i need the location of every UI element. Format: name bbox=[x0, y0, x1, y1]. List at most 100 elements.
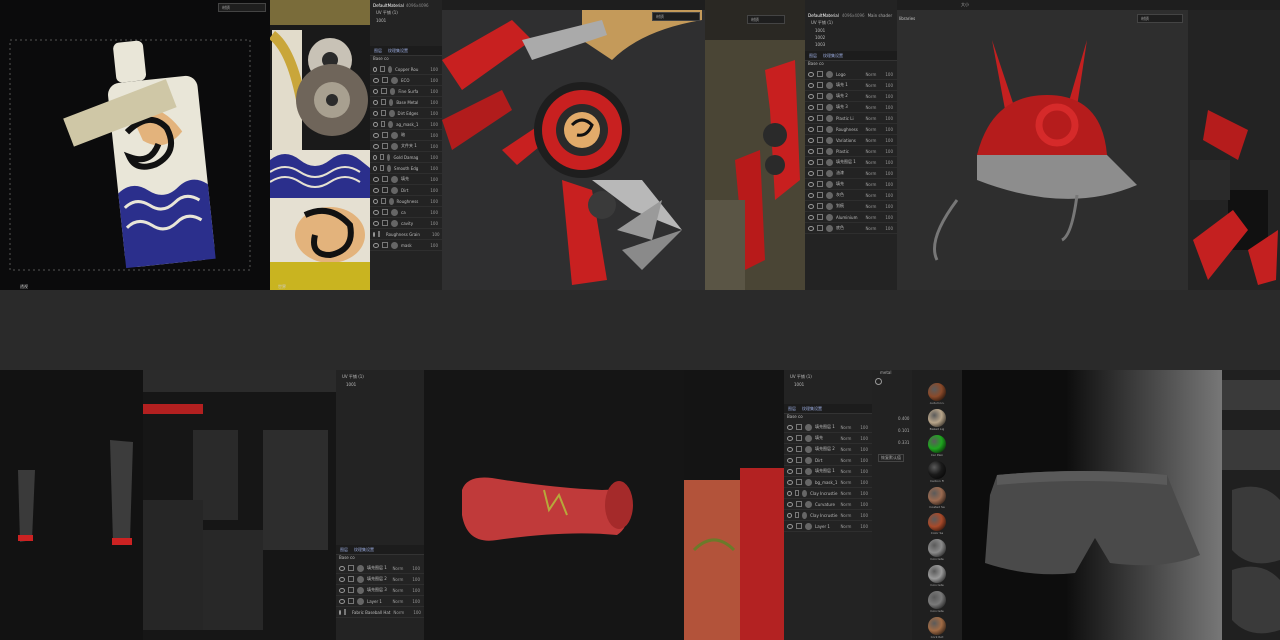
checkbox-icon[interactable] bbox=[817, 214, 823, 220]
uv-tile-label[interactable]: UV 平铺 (1) bbox=[370, 10, 442, 18]
eye-icon[interactable] bbox=[808, 159, 814, 165]
material-select[interactable]: 材质 bbox=[652, 12, 700, 21]
search-icon[interactable] bbox=[875, 378, 882, 385]
layer-blend[interactable]: Norm bbox=[840, 513, 851, 518]
eye-icon[interactable] bbox=[373, 176, 379, 182]
layer-blend[interactable]: Norm bbox=[392, 588, 403, 593]
checkbox-icon[interactable] bbox=[796, 523, 802, 529]
eye-icon[interactable] bbox=[373, 242, 379, 248]
eye-icon[interactable] bbox=[808, 126, 814, 132]
layer-row[interactable]: Dirt Edges 100 bbox=[370, 108, 442, 119]
eye-icon[interactable] bbox=[808, 82, 814, 88]
material-swatch[interactable]: Autumn L bbox=[912, 383, 962, 406]
layer-row[interactable]: 划痕 Norm 100 bbox=[805, 201, 897, 212]
layer-opacity[interactable]: 100 bbox=[860, 513, 868, 518]
layer-row[interactable]: 灰色 Norm 100 bbox=[805, 190, 897, 201]
eye-icon[interactable] bbox=[808, 104, 814, 110]
eye-icon[interactable] bbox=[339, 598, 345, 604]
layer-opacity[interactable]: 100 bbox=[430, 111, 438, 116]
layer-opacity[interactable]: 100 bbox=[430, 78, 438, 83]
layer-row[interactable]: Dirt Norm 100 bbox=[784, 455, 872, 466]
layer-row[interactable]: 油漆 Norm 100 bbox=[805, 168, 897, 179]
layer-row[interactable]: bg_mask_1 Norm 100 bbox=[784, 477, 872, 488]
checkbox-icon[interactable] bbox=[348, 598, 354, 604]
checkbox-icon[interactable] bbox=[796, 457, 802, 463]
uv-tile[interactable]: 1001 bbox=[784, 382, 872, 390]
checkbox-icon[interactable] bbox=[817, 181, 823, 187]
layer-opacity[interactable]: 100 bbox=[885, 204, 893, 209]
material-swatch[interactable]: Concrete bbox=[912, 565, 962, 588]
eye-icon[interactable] bbox=[787, 512, 792, 518]
eye-icon[interactable] bbox=[339, 609, 341, 615]
eye-icon[interactable] bbox=[808, 115, 814, 121]
eye-icon[interactable] bbox=[808, 148, 814, 154]
layer-opacity[interactable]: 100 bbox=[412, 577, 420, 582]
layer-opacity[interactable]: 100 bbox=[860, 469, 868, 474]
checkbox-icon[interactable] bbox=[794, 512, 800, 518]
viewport-shorts[interactable] bbox=[962, 370, 1222, 640]
tab-textureset[interactable]: 纹理集设置 bbox=[388, 48, 408, 54]
eye-icon[interactable] bbox=[339, 587, 345, 593]
eye-icon[interactable] bbox=[787, 457, 793, 463]
tab-textureset[interactable]: 纹理集设置 bbox=[354, 547, 374, 553]
uv-view-shorts[interactable] bbox=[1222, 370, 1280, 640]
layer-row[interactable]: 填充 1 Norm 100 bbox=[805, 80, 897, 91]
blend-mode-select[interactable]: Base co bbox=[784, 414, 872, 422]
layer-opacity[interactable]: 100 bbox=[885, 160, 893, 165]
blend-mode-select[interactable]: Base co bbox=[805, 61, 897, 69]
checkbox-icon[interactable] bbox=[817, 159, 823, 165]
prop-tag[interactable]: metal bbox=[880, 370, 892, 375]
checkbox-icon[interactable] bbox=[817, 126, 823, 132]
checkbox-icon[interactable] bbox=[382, 77, 388, 83]
material-swatch[interactable]: Carbon Fi bbox=[912, 461, 962, 484]
tab-textureset[interactable]: 纹理集设置 bbox=[802, 406, 822, 412]
uv-view-clothes[interactable] bbox=[143, 370, 336, 640]
material-ball[interactable] bbox=[928, 435, 946, 453]
material-swatch[interactable]: Concrete bbox=[912, 539, 962, 562]
eye-icon[interactable] bbox=[787, 435, 793, 441]
layer-row[interactable]: 暗 100 bbox=[370, 130, 442, 141]
layer-row[interactable]: 填充图层 1 Norm 100 bbox=[336, 563, 424, 574]
eye-icon[interactable] bbox=[373, 231, 375, 237]
layer-blend[interactable]: Norm bbox=[840, 480, 851, 485]
viewport-mech[interactable]: 材质 bbox=[442, 0, 705, 290]
layer-blend[interactable]: Norm bbox=[840, 447, 851, 452]
uv-tile-label[interactable]: UV 平铺 (1) bbox=[784, 374, 872, 382]
layer-opacity[interactable]: 100 bbox=[432, 232, 440, 237]
layer-opacity[interactable]: 100 bbox=[430, 199, 438, 204]
layer-opacity[interactable]: 100 bbox=[885, 83, 893, 88]
layer-row[interactable]: 底色 Norm 100 bbox=[805, 223, 897, 234]
layer-blend[interactable]: Norm bbox=[865, 182, 876, 187]
layer-opacity[interactable]: 100 bbox=[885, 215, 893, 220]
layer-row[interactable]: Base Metal 100 bbox=[370, 97, 442, 108]
checkbox-icon[interactable] bbox=[817, 192, 823, 198]
layer-row[interactable]: Logo Norm 100 bbox=[805, 69, 897, 80]
layer-blend[interactable]: Norm bbox=[865, 160, 876, 165]
eye-icon[interactable] bbox=[787, 468, 793, 474]
layer-blend[interactable]: Norm bbox=[865, 94, 876, 99]
uv-view-red[interactable] bbox=[684, 370, 784, 640]
prop-value[interactable]: 0.331 bbox=[898, 440, 909, 445]
viewport-sleeves[interactable] bbox=[0, 370, 143, 640]
material-ball[interactable] bbox=[928, 461, 946, 479]
material-swatch[interactable]: Baked Lig bbox=[912, 409, 962, 432]
checkbox-icon[interactable] bbox=[796, 424, 802, 430]
layer-opacity[interactable]: 100 bbox=[860, 502, 868, 507]
layer-row[interactable]: 填充图层 2 Norm 100 bbox=[336, 574, 424, 585]
checkbox-icon[interactable] bbox=[382, 220, 388, 226]
eye-icon[interactable] bbox=[373, 77, 379, 83]
layer-row[interactable]: 填充图层 1 Norm 100 bbox=[784, 422, 872, 433]
layer-row[interactable]: ca 100 bbox=[370, 207, 442, 218]
layer-blend[interactable]: Norm bbox=[840, 491, 851, 496]
material-ball[interactable] bbox=[928, 487, 946, 505]
material-ball[interactable] bbox=[928, 539, 946, 557]
eye-icon[interactable] bbox=[808, 214, 814, 220]
eye-icon[interactable] bbox=[373, 187, 379, 193]
uv-view-mech[interactable]: 材质 bbox=[705, 0, 805, 290]
eye-icon[interactable] bbox=[808, 137, 814, 143]
layer-row[interactable]: Plastic Norm 100 bbox=[805, 146, 897, 157]
layer-row[interactable]: 填充 3 Norm 100 bbox=[805, 102, 897, 113]
checkbox-icon[interactable] bbox=[344, 609, 346, 615]
layer-blend[interactable]: Norm bbox=[840, 458, 851, 463]
checkbox-icon[interactable] bbox=[817, 225, 823, 231]
